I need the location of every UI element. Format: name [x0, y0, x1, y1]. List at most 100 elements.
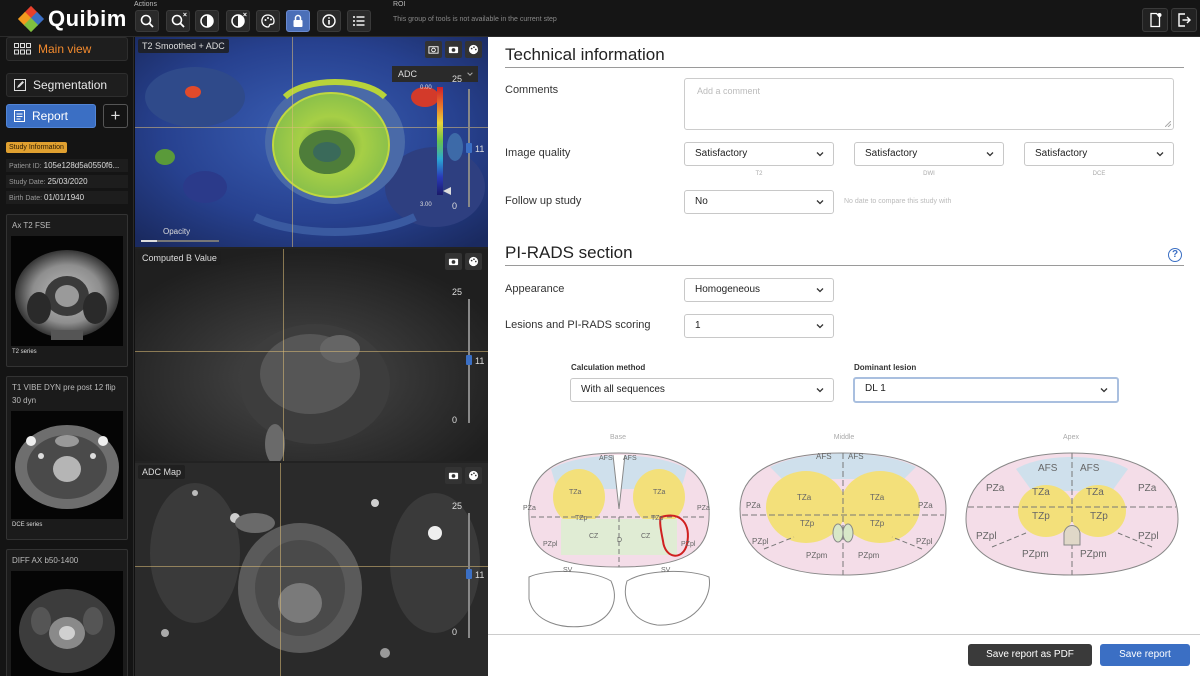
- series-card[interactable]: Ax T2 FSE T2 series: [6, 214, 128, 367]
- apex-diagram[interactable]: AFS AFS PZa PZa TZa TZa TZp TZp PZpl PZp…: [962, 449, 1182, 579]
- zone-tza: TZa: [870, 493, 885, 502]
- main-view-button[interactable]: Main view: [6, 37, 128, 61]
- zone-pza: PZa: [1138, 483, 1157, 494]
- calculation-method-select[interactable]: With all sequences: [570, 378, 834, 402]
- new-document-button[interactable]: [1142, 8, 1168, 32]
- zone-afs: AFS: [816, 452, 832, 461]
- main-view-label: Main view: [38, 42, 92, 56]
- series-card[interactable]: DIFF AX b50-1400: [6, 549, 128, 676]
- base-diagram[interactable]: AFS AFS TZa TZa PZa PZa TZp TZp CZ CZ D …: [521, 449, 717, 634]
- zone-pza: PZa: [697, 505, 710, 512]
- opacity-label: Opacity: [163, 227, 191, 236]
- viewport-t2-adc[interactable]: T2 Smoothed + ADC ADC 0.00 3.00 25 11 0 …: [135, 37, 488, 249]
- zone-tzp: TZp: [800, 519, 815, 528]
- appearance-value: Homogeneous: [695, 284, 761, 295]
- camera-button[interactable]: [445, 253, 462, 270]
- palette-button[interactable]: [465, 41, 482, 58]
- dwi-sub-label: DWI: [923, 171, 935, 177]
- camera-button[interactable]: [445, 41, 462, 58]
- zoom-button[interactable]: [135, 10, 159, 32]
- save-report-button[interactable]: Save report: [1100, 644, 1190, 666]
- dce-sub-label: DCE: [1092, 171, 1106, 177]
- dce-quality-select[interactable]: Satisfactory: [1024, 142, 1174, 166]
- zone-afs: AFS: [1038, 463, 1058, 474]
- lock-button[interactable]: [286, 10, 310, 32]
- slice-min: 0: [452, 201, 458, 211]
- t2-quality-select[interactable]: Satisfactory: [684, 142, 834, 166]
- colorbar: [437, 87, 443, 195]
- zone-pza: PZa: [918, 501, 933, 510]
- dwi-quality-select[interactable]: Satisfactory: [854, 142, 1004, 166]
- chevron-down-icon: [816, 288, 824, 293]
- middle-diagram[interactable]: AFS AFS TZa TZa PZa PZa TZp TZp PZpl PZp…: [734, 449, 952, 579]
- actions-group-label: Actions: [134, 1, 157, 8]
- screenshot-icon: [428, 46, 439, 54]
- viewport-title: ADC Map: [138, 465, 186, 479]
- palette-icon: [468, 44, 479, 55]
- series-name: DIFF AX b50-1400: [12, 556, 79, 565]
- follow-up-select[interactable]: No: [684, 190, 834, 214]
- slice-min: 0: [452, 415, 458, 425]
- series-card[interactable]: T1 VIBE DYN pre post 12 flip 30 dyn DCE …: [6, 376, 128, 540]
- chevron-down-icon: [1100, 388, 1108, 393]
- series-tag: DCE series: [12, 522, 43, 528]
- series-thumbnail: [11, 236, 123, 346]
- contrast-reset-button[interactable]: ×: [226, 10, 250, 32]
- dominant-lesion-label: Dominant lesion: [854, 363, 917, 372]
- zone-tzp: TZp: [575, 515, 588, 522]
- viewport-adc-map[interactable]: ADC Map 25 11 0: [135, 463, 488, 676]
- overlay-select[interactable]: ADC: [392, 66, 478, 82]
- edit-icon: [14, 79, 26, 91]
- lesions-label: Lesions and PI-RADS scoring: [505, 319, 651, 331]
- zone-pzpm: PZpm: [806, 551, 828, 560]
- base-label: Base: [610, 434, 626, 441]
- list-button[interactable]: [347, 10, 371, 32]
- zone-afs: AFS: [623, 455, 637, 462]
- lesions-select[interactable]: 1: [684, 314, 834, 338]
- report-icon: [14, 110, 25, 122]
- zone-afs: AFS: [1080, 463, 1100, 474]
- reset-x-icon: ×: [242, 12, 247, 19]
- zone-tza: TZa: [1032, 487, 1050, 498]
- slice-slider-handle[interactable]: [466, 143, 472, 153]
- zone-pzpm: PZpm: [858, 551, 880, 560]
- app-logo: Quibim: [17, 5, 127, 33]
- viewport-title: T2 Smoothed + ADC: [138, 39, 229, 53]
- report-button[interactable]: Report: [6, 104, 96, 128]
- add-button[interactable]: +: [103, 104, 128, 128]
- palette-button[interactable]: [465, 467, 482, 484]
- comments-textarea[interactable]: Add a comment: [684, 78, 1174, 130]
- zone-pza: PZa: [523, 505, 536, 512]
- slice-current: 11: [475, 144, 485, 154]
- viewport-computed-b[interactable]: Computed B Value 25 11 0: [135, 249, 488, 463]
- dominant-lesion-select[interactable]: DL 1: [853, 377, 1119, 403]
- t2-sub-label: T2: [755, 171, 763, 177]
- info-button[interactable]: [317, 10, 341, 32]
- app-name: Quibim: [48, 6, 127, 31]
- color-palette-button[interactable]: [256, 10, 280, 32]
- palette-icon: [468, 470, 479, 481]
- t2-quality-value: Satisfactory: [695, 148, 748, 159]
- viewport-title: Computed B Value: [138, 251, 221, 265]
- viewport-tools: [445, 253, 482, 270]
- appearance-select[interactable]: Homogeneous: [684, 278, 834, 302]
- segmentation-button[interactable]: Segmentation: [6, 73, 128, 97]
- palette-button[interactable]: [465, 253, 482, 270]
- save-pdf-button[interactable]: Save report as PDF: [968, 644, 1092, 666]
- colorbar-pointer-icon: [443, 187, 451, 195]
- report-footer: Save report as PDF Save report: [488, 634, 1200, 676]
- series-tag: T2 series: [12, 349, 37, 355]
- chevron-down-icon: [986, 152, 994, 157]
- contrast-button[interactable]: [195, 10, 219, 32]
- logout-button[interactable]: [1171, 8, 1197, 32]
- camera-button[interactable]: [445, 467, 462, 484]
- screenshot-button[interactable]: [425, 41, 442, 58]
- palette-icon: [468, 256, 479, 267]
- zoom-reset-button[interactable]: ×: [166, 10, 190, 32]
- slice-slider-handle[interactable]: [466, 355, 472, 365]
- crosshair-horizontal: [135, 127, 488, 128]
- slice-slider-handle[interactable]: [466, 569, 472, 579]
- document-icon: [1150, 12, 1162, 28]
- help-button[interactable]: ?: [1168, 248, 1182, 262]
- middle-label: Middle: [833, 434, 855, 441]
